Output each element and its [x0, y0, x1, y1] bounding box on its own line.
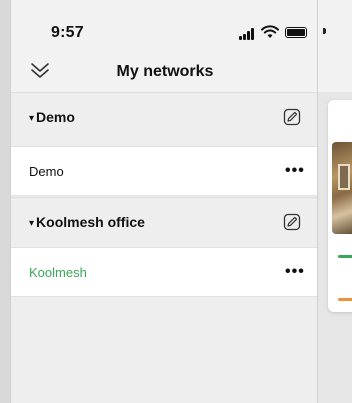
- network-item-label: Demo: [29, 164, 64, 179]
- page-title: My networks: [116, 63, 214, 80]
- picture-frame: [338, 164, 350, 190]
- network-group-koolmesh-office[interactable]: ▾ Koolmesh office: [11, 197, 317, 247]
- network-group-title[interactable]: ▾ Koolmesh office: [29, 214, 145, 230]
- caret-down-icon: ▾: [29, 113, 35, 124]
- ellipsis-icon[interactable]: •••: [285, 163, 304, 179]
- caret-down-icon: ▾: [29, 218, 35, 229]
- edit-icon[interactable]: [283, 213, 301, 231]
- network-group-name: Demo: [36, 109, 75, 125]
- ellipsis-icon[interactable]: •••: [285, 264, 304, 280]
- network-group-demo[interactable]: ▾ Demo: [11, 92, 317, 142]
- background-header: [318, 52, 352, 131]
- status-icons: [239, 25, 317, 40]
- status-bar: 9:57: [11, 0, 317, 52]
- background-app: [318, 0, 352, 403]
- wifi-icon: [261, 25, 279, 38]
- status-time: 9:57: [51, 24, 84, 41]
- network-group-title[interactable]: ▾ Demo: [29, 109, 75, 125]
- drawer-header: My networks: [11, 52, 317, 92]
- network-item-label: Koolmesh: [29, 265, 87, 280]
- background-status-bar: [318, 0, 352, 52]
- signal-icon: [239, 28, 257, 40]
- network-item-koolmesh[interactable]: Koolmesh •••: [11, 247, 317, 297]
- network-group-name: Koolmesh office: [36, 214, 145, 230]
- edit-icon[interactable]: [283, 108, 301, 126]
- room-photo: [332, 142, 352, 234]
- battery-tip-icon: [323, 28, 326, 34]
- network-item-demo[interactable]: Demo •••: [11, 146, 317, 196]
- battery-icon: [285, 27, 307, 38]
- networks-drawer: 9:57 My networks ▾ Demo Demo ••• ▾ Koolm…: [10, 0, 318, 403]
- status-bar-orange: [338, 298, 352, 301]
- status-bar-green: [338, 255, 352, 258]
- background-card[interactable]: [328, 100, 352, 312]
